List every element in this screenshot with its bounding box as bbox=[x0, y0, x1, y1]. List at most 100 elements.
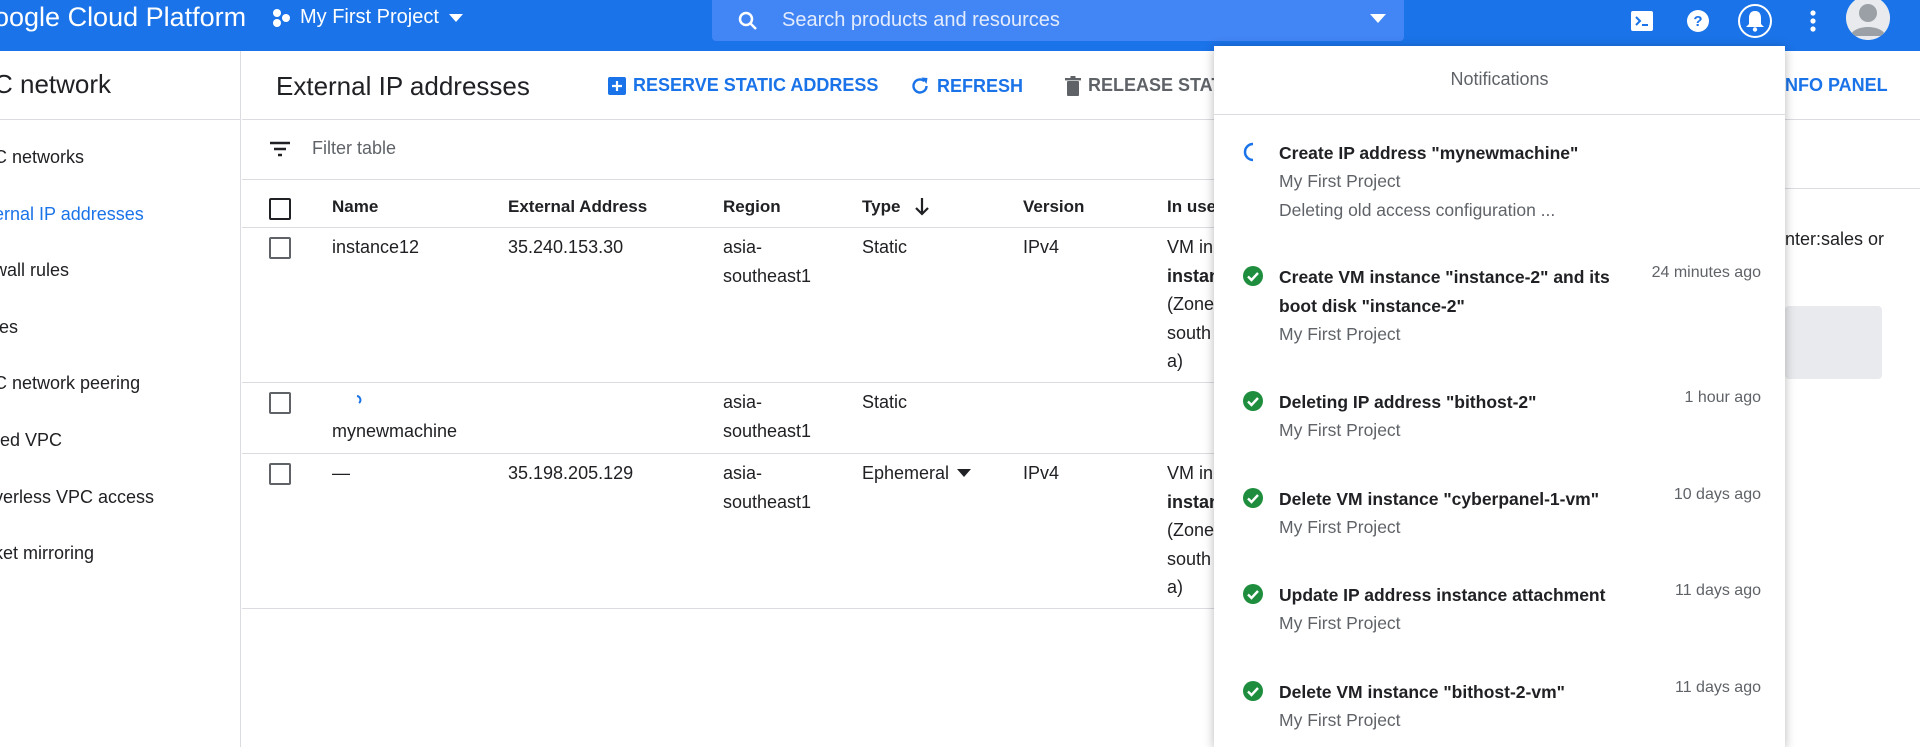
product-logo-text[interactable]: oogle Cloud Platform bbox=[0, 2, 246, 33]
nav-item-routes[interactable]: tes bbox=[0, 317, 154, 374]
page-title: External IP addresses bbox=[276, 71, 530, 101]
sort-arrow-down-icon bbox=[915, 198, 930, 216]
notification-title: Delete VM instance "bithost-2-vm" bbox=[1279, 682, 1565, 702]
cell-in-use-line3: (Zone bbox=[1167, 520, 1215, 540]
more-vert-icon[interactable] bbox=[1796, 4, 1830, 38]
refresh-label: REFRESH bbox=[937, 75, 1024, 96]
column-header-in-use[interactable]: In use bbox=[1167, 193, 1216, 222]
row-checkbox[interactable] bbox=[269, 237, 291, 259]
cell-in-use-line2[interactable]: instan bbox=[1167, 262, 1220, 291]
column-header-region[interactable]: Region bbox=[723, 193, 781, 222]
chevron-down-icon bbox=[448, 13, 463, 22]
cell-version: IPv4 bbox=[1023, 237, 1060, 257]
nav-item-firewall-rules[interactable]: wall rules bbox=[0, 260, 154, 317]
cell-in-use-line1: VM in bbox=[1167, 463, 1214, 483]
check-circle-icon bbox=[1243, 584, 1263, 604]
notification-project: My First Project bbox=[1279, 613, 1401, 633]
check-circle-icon bbox=[1243, 391, 1263, 411]
nav-item-packet-mirroring[interactable]: ket mirroring bbox=[0, 543, 154, 600]
nav-item-external-ip-addresses[interactable]: ernal IP addresses bbox=[0, 204, 154, 261]
top-app-bar: oogle Cloud Platform My First Project ? bbox=[0, 0, 1920, 51]
release-static-address-label: RELEASE STAT bbox=[1088, 75, 1223, 95]
nav-item-vpc-network-peering[interactable]: C network peering bbox=[0, 373, 154, 430]
row-checkbox[interactable] bbox=[269, 463, 291, 485]
check-circle-icon bbox=[1243, 266, 1263, 286]
column-header-type[interactable]: Type bbox=[862, 193, 930, 222]
notification-title: Update IP address instance attachment bbox=[1279, 585, 1606, 605]
cell-type: Ephemeral bbox=[862, 463, 950, 483]
side-navigation: C network C networks ernal IP addresses … bbox=[0, 51, 241, 747]
cell-region-line1: asia- bbox=[723, 463, 763, 483]
nav-list: C networks ernal IP addresses wall rules… bbox=[0, 147, 154, 600]
search-dropdown-icon[interactable] bbox=[1370, 14, 1386, 23]
cell-in-use-line4: south bbox=[1167, 549, 1212, 569]
cell-in-use-line2[interactable]: instan bbox=[1167, 488, 1220, 517]
cell-type: Static bbox=[862, 237, 908, 257]
column-header-version[interactable]: Version bbox=[1023, 193, 1084, 222]
cell-region-line1: asia- bbox=[723, 392, 763, 412]
account-avatar[interactable] bbox=[1846, 0, 1890, 40]
table-header-row: Name External Address Region Type Versio… bbox=[242, 180, 1242, 228]
cell-name: instance12 bbox=[332, 237, 420, 257]
filter-table-input[interactable] bbox=[312, 138, 912, 159]
column-header-name[interactable]: Name bbox=[332, 193, 378, 222]
help-icon[interactable]: ? bbox=[1681, 4, 1715, 38]
cell-in-use-line5: a) bbox=[1167, 577, 1184, 597]
row-checkbox[interactable] bbox=[269, 392, 291, 414]
nav-item-shared-vpc[interactable]: red VPC bbox=[0, 430, 154, 487]
delete-icon bbox=[1065, 75, 1081, 96]
nav-item-serverless-vpc-access[interactable]: verless VPC access bbox=[0, 487, 154, 544]
notifications-bell-icon[interactable] bbox=[1738, 4, 1772, 38]
project-name: My First Project bbox=[300, 6, 439, 28]
info-panel-text: nter:sales or bbox=[1785, 229, 1885, 249]
filter-list-icon bbox=[270, 141, 290, 157]
project-hexagon-icon bbox=[273, 8, 290, 27]
cell-region-line2: southeast1 bbox=[723, 266, 812, 286]
cell-name: — bbox=[332, 463, 350, 483]
info-panel-divider bbox=[1785, 188, 1920, 189]
project-selector[interactable]: My First Project bbox=[272, 6, 471, 29]
chevron-down-icon bbox=[957, 469, 972, 478]
notifications-panel: Notifications Create IP address "mynewma… bbox=[1214, 46, 1785, 747]
external-ip-table: Name External Address Region Type Versio… bbox=[242, 180, 1242, 609]
notification-status-text: Deleting old access configuration ... bbox=[1279, 200, 1556, 220]
column-header-type-label: Type bbox=[862, 197, 901, 216]
notification-time: 1 hour ago bbox=[1684, 389, 1761, 406]
info-panel-card bbox=[1785, 306, 1882, 379]
cell-in-use-line1: VM in bbox=[1167, 237, 1214, 257]
reserve-static-address-label: RESERVE STATIC ADDRESS bbox=[633, 75, 879, 95]
refresh-icon bbox=[912, 77, 928, 94]
search-icon bbox=[738, 11, 758, 31]
search-input[interactable] bbox=[782, 9, 1342, 32]
loading-spinner-icon bbox=[356, 395, 362, 404]
select-all-checkbox[interactable] bbox=[269, 198, 291, 220]
check-circle-icon bbox=[1243, 488, 1263, 508]
notification-time: 24 minutes ago bbox=[1651, 264, 1761, 281]
refresh-button[interactable]: REFRESH bbox=[909, 75, 1023, 97]
reserve-static-address-button[interactable]: RESERVE STATIC ADDRESS bbox=[607, 75, 878, 96]
cell-region-line1: asia- bbox=[723, 237, 763, 257]
table-row: instance12 35.240.153.30 asia- southeast… bbox=[242, 228, 1242, 383]
in-progress-spinner-icon bbox=[1243, 142, 1254, 162]
search-bar[interactable] bbox=[712, 0, 1404, 41]
table-row: — 35.198.205.129 asia- southeast1 Epheme… bbox=[242, 454, 1242, 609]
cell-name: mynewmachine bbox=[332, 421, 458, 441]
release-static-address-button[interactable]: RELEASE STAT bbox=[1064, 75, 1222, 96]
notification-time: 10 days ago bbox=[1673, 486, 1761, 503]
column-header-external-address[interactable]: External Address bbox=[508, 193, 647, 222]
cloud-shell-icon[interactable] bbox=[1625, 4, 1659, 38]
nav-section-title: C network bbox=[0, 69, 112, 99]
info-panel-button[interactable]: NFO PANEL bbox=[1785, 75, 1888, 96]
cell-version: IPv4 bbox=[1023, 463, 1060, 483]
type-dropdown[interactable]: Ephemeral bbox=[862, 459, 972, 488]
nav-divider bbox=[0, 119, 240, 120]
cell-in-use-line3: (Zone bbox=[1167, 294, 1215, 314]
notification-project: My First Project bbox=[1279, 324, 1401, 344]
cell-external-address: 35.198.205.129 bbox=[508, 463, 634, 483]
add-box-icon bbox=[608, 76, 626, 95]
notification-project: My First Project bbox=[1279, 710, 1401, 730]
table-row: mynewmachine asia- southeast1 Static bbox=[242, 383, 1242, 454]
nav-item-vpc-networks[interactable]: C networks bbox=[0, 147, 154, 204]
cell-type: Static bbox=[862, 392, 908, 412]
check-circle-icon bbox=[1243, 681, 1263, 701]
